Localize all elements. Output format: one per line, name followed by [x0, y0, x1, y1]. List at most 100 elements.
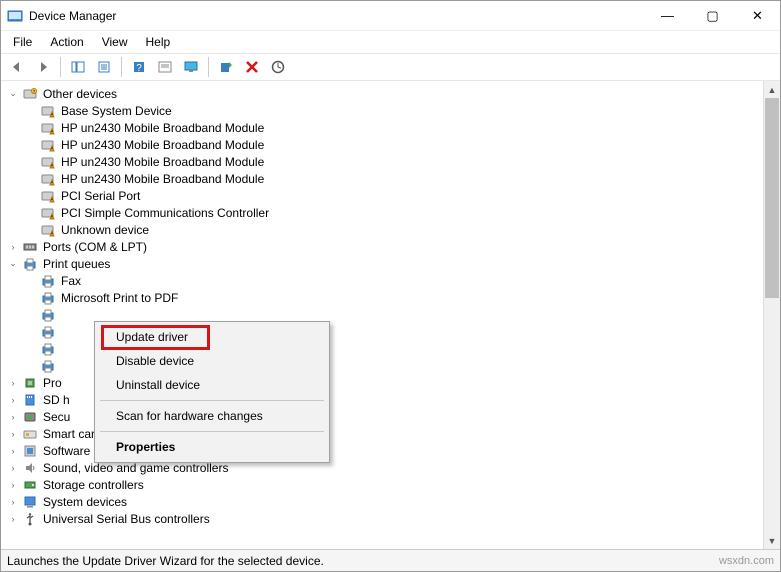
- forward-button[interactable]: [31, 55, 55, 79]
- status-text: Launches the Update Driver Wizard for th…: [7, 554, 324, 568]
- titlebar: Device Manager — ▢ ✕: [1, 1, 780, 31]
- tree-label: Base System Device: [59, 104, 174, 118]
- other-devices-icon: ?: [22, 86, 38, 102]
- warning-device-icon: [40, 103, 56, 119]
- expand-icon[interactable]: ›: [7, 394, 19, 406]
- device-tree[interactable]: ⌄ ? Other devices ·Base System Device·HP…: [1, 81, 763, 549]
- expand-icon[interactable]: ›: [7, 445, 19, 457]
- collapse-icon[interactable]: ⌄: [7, 88, 19, 100]
- scroll-down-button[interactable]: ▼: [764, 532, 780, 549]
- tree-label: Microsoft Print to PDF: [59, 291, 180, 305]
- warning-device-icon: [40, 188, 56, 204]
- sound-icon: [22, 460, 38, 476]
- tree-label: Universal Serial Bus controllers: [41, 512, 212, 526]
- tree-label: Pro: [41, 376, 64, 390]
- tree-label: PCI Simple Communications Controller: [59, 206, 271, 220]
- show-hide-tree-button[interactable]: [66, 55, 90, 79]
- toolbar-separator: [208, 57, 209, 77]
- expand-icon[interactable]: ›: [7, 496, 19, 508]
- expand-icon[interactable]: ›: [7, 513, 19, 525]
- menu-view[interactable]: View: [94, 33, 136, 51]
- tree-label: HP un2430 Mobile Broadband Module: [59, 155, 266, 169]
- expand-icon[interactable]: ›: [7, 479, 19, 491]
- watermark-text: wsxdn.com: [719, 555, 774, 567]
- menu-help[interactable]: Help: [138, 33, 179, 51]
- tree-node-other-device-item[interactable]: ·Base System Device: [25, 102, 763, 119]
- tree-node-ports[interactable]: › Ports (COM & LPT): [7, 238, 763, 255]
- back-button[interactable]: [5, 55, 29, 79]
- uninstall-button[interactable]: [240, 55, 264, 79]
- vertical-scrollbar[interactable]: ▲ ▼: [763, 81, 780, 549]
- menu-action[interactable]: Action: [42, 33, 91, 51]
- tree-node-other-devices[interactable]: ⌄ ? Other devices: [7, 85, 763, 102]
- context-update-driver[interactable]: Update driver: [98, 325, 326, 349]
- tree-node-other-device-item[interactable]: ·PCI Serial Port: [25, 187, 763, 204]
- warning-device-icon: [40, 120, 56, 136]
- options-button[interactable]: [153, 55, 177, 79]
- context-disable-device[interactable]: Disable device: [98, 349, 326, 373]
- expand-icon[interactable]: ›: [7, 411, 19, 423]
- update-button[interactable]: [266, 55, 290, 79]
- printer-icon: [40, 358, 56, 374]
- help-button[interactable]: ?: [127, 55, 151, 79]
- tree-node-other-device-item[interactable]: ·HP un2430 Mobile Broadband Module: [25, 119, 763, 136]
- scroll-up-button[interactable]: ▲: [764, 81, 780, 98]
- smartcard-icon: [22, 426, 38, 442]
- maximize-button[interactable]: ▢: [690, 1, 735, 31]
- expand-icon[interactable]: ›: [7, 428, 19, 440]
- software-icon: [22, 443, 38, 459]
- expand-icon[interactable]: ›: [7, 241, 19, 253]
- menubar: File Action View Help: [1, 31, 780, 53]
- scan-button[interactable]: [214, 55, 238, 79]
- tree-label: SD h: [41, 393, 72, 407]
- context-separator: [100, 431, 324, 432]
- scroll-track[interactable]: [764, 98, 780, 532]
- tree-node-other-device-item[interactable]: ·HP un2430 Mobile Broadband Module: [25, 170, 763, 187]
- warning-device-icon: [40, 137, 56, 153]
- properties-button[interactable]: [92, 55, 116, 79]
- context-uninstall-device[interactable]: Uninstall device: [98, 373, 326, 397]
- context-menu: Update driver Disable device Uninstall d…: [94, 321, 330, 463]
- storage-icon: [22, 477, 38, 493]
- menu-file[interactable]: File: [5, 33, 40, 51]
- printer-icon: [40, 324, 56, 340]
- tree-node-print-queue-item[interactable]: ·Fax: [25, 272, 763, 289]
- statusbar: Launches the Update Driver Wizard for th…: [1, 549, 780, 571]
- expand-icon[interactable]: ›: [7, 462, 19, 474]
- tree-node-other-device-item[interactable]: ·PCI Simple Communications Controller: [25, 204, 763, 221]
- context-properties[interactable]: Properties: [98, 435, 326, 459]
- system-icon: [22, 494, 38, 510]
- tree-node-print-queue-item[interactable]: ·Microsoft Print to PDF: [25, 289, 763, 306]
- minimize-button[interactable]: —: [645, 1, 690, 31]
- tree-node-usb[interactable]: › Universal Serial Bus controllers: [7, 510, 763, 527]
- tree-label: PCI Serial Port: [59, 189, 142, 203]
- tree-label: System devices: [41, 495, 129, 509]
- collapse-icon[interactable]: ⌄: [7, 258, 19, 270]
- toolbar-separator: [60, 57, 61, 77]
- tree-label: Secu: [41, 410, 72, 424]
- toolbar: ?: [1, 53, 780, 81]
- warning-device-icon: [40, 154, 56, 170]
- printer-icon: [40, 341, 56, 357]
- monitor-button[interactable]: [179, 55, 203, 79]
- tree-node-print-queues[interactable]: ⌄ Print queues: [7, 255, 763, 272]
- tree-node-other-device-item[interactable]: ·Unknown device: [25, 221, 763, 238]
- scroll-thumb[interactable]: [765, 98, 779, 298]
- context-scan-hardware[interactable]: Scan for hardware changes: [98, 404, 326, 428]
- expand-icon[interactable]: ›: [7, 377, 19, 389]
- toolbar-separator: [121, 57, 122, 77]
- close-button[interactable]: ✕: [735, 1, 780, 31]
- tree-node-storage[interactable]: › Storage controllers: [7, 476, 763, 493]
- tree-label: HP un2430 Mobile Broadband Module: [59, 138, 266, 152]
- sd-icon: [22, 392, 38, 408]
- cpu-icon: [22, 375, 38, 391]
- warning-device-icon: [40, 171, 56, 187]
- tree-node-system[interactable]: › System devices: [7, 493, 763, 510]
- tree-label: Storage controllers: [41, 478, 146, 492]
- warning-device-icon: [40, 222, 56, 238]
- tree-node-other-device-item[interactable]: ·HP un2430 Mobile Broadband Module: [25, 153, 763, 170]
- tree-label: HP un2430 Mobile Broadband Module: [59, 172, 266, 186]
- app-icon: [7, 8, 23, 24]
- tree-node-other-device-item[interactable]: ·HP un2430 Mobile Broadband Module: [25, 136, 763, 153]
- tree-label: Ports (COM & LPT): [41, 240, 149, 254]
